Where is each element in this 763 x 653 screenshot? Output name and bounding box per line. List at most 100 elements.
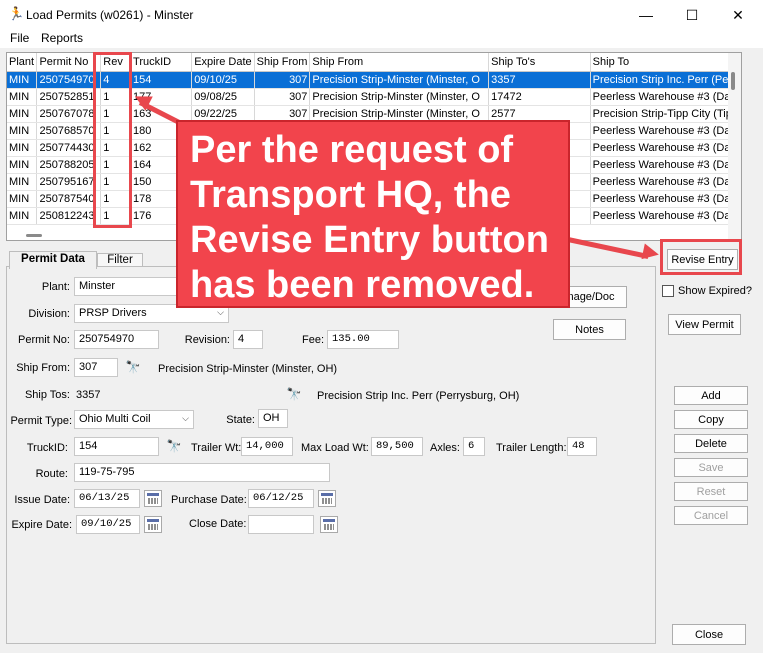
table-cell: Peerless Warehouse #3 (Day	[590, 88, 741, 106]
ship-from-name: Precision Strip-Minster (Minster, OH)	[158, 363, 338, 375]
table-cell: 3357	[488, 71, 591, 89]
trailer-wt-field[interactable]: 14,000	[241, 437, 293, 456]
binoculars-icon[interactable]: 🔭	[164, 437, 184, 455]
trailer-wt-label: Trailer Wt:	[191, 442, 242, 454]
maximize-button[interactable]: ☐	[669, 0, 715, 30]
reset-button[interactable]: Reset	[674, 482, 748, 501]
table-cell: 250774430	[36, 139, 102, 157]
column-header[interactable]: TruckID	[130, 53, 193, 72]
table-cell: 154	[130, 71, 193, 89]
callout-line: has been removed.	[190, 264, 535, 306]
permit-type-select[interactable]: Ohio Multi Coil ⌵	[74, 410, 194, 429]
table-cell: 250767078	[36, 105, 102, 123]
table-cell: Peerless Warehouse #3 (Day	[590, 156, 741, 174]
table-cell: 307	[254, 71, 311, 89]
column-header[interactable]: Ship To's	[488, 53, 591, 72]
state-field[interactable]: OH	[258, 409, 288, 428]
truck-field[interactable]: 154	[74, 437, 159, 456]
column-header[interactable]: Ship From	[309, 53, 490, 72]
binoculars-icon[interactable]: 🔭	[284, 385, 304, 403]
permit-no-field[interactable]: 250754970	[74, 330, 159, 349]
permit-type-label: Permit Type:	[10, 415, 72, 427]
binoculars-icon[interactable]: 🔭	[123, 358, 143, 376]
menu-reports[interactable]: Reports	[41, 31, 83, 45]
cancel-button[interactable]: Cancel	[674, 506, 748, 525]
notes-button[interactable]: Notes	[553, 319, 626, 340]
view-permit-button[interactable]: View Permit	[668, 314, 741, 335]
issue-date-field[interactable]: 06/13/25	[74, 489, 140, 508]
expire-date-label: Expire Date:	[11, 519, 72, 531]
callout-line: Per the request of	[190, 129, 514, 171]
revision-field[interactable]: 4	[233, 330, 263, 349]
table-cell: Precision Strip-Tipp City (Tipp	[590, 105, 741, 123]
table-cell: 17472	[488, 88, 591, 106]
revision-label: Revision:	[184, 334, 230, 346]
column-header[interactable]: Ship To	[590, 53, 741, 72]
table-cell: Precision Strip Inc. Perr (Perr	[590, 71, 741, 89]
table-cell: MIN	[7, 190, 38, 208]
table-cell: 307	[254, 88, 311, 106]
route-field[interactable]: 119-75-795	[74, 463, 330, 482]
calendar-icon[interactable]	[144, 516, 162, 533]
table-cell: MIN	[7, 173, 38, 191]
copy-button[interactable]: Copy	[674, 410, 748, 429]
axles-field[interactable]: 6	[463, 437, 485, 456]
rev-column-highlight	[93, 52, 132, 228]
trailer-length-label: Trailer Length:	[496, 442, 567, 454]
table-cell: MIN	[7, 139, 38, 157]
ship-tos-label: Ship Tos:	[24, 389, 70, 401]
menu-file[interactable]: File	[10, 31, 29, 45]
tab-permit-data[interactable]: Permit Data	[9, 251, 97, 269]
close-button[interactable]: Close	[672, 624, 746, 645]
max-load-field[interactable]: 89,500	[371, 437, 423, 456]
column-header[interactable]: Expire Date	[191, 53, 255, 72]
route-label: Route:	[35, 468, 68, 480]
calendar-icon[interactable]	[318, 490, 336, 507]
tab-filter[interactable]: Filter	[97, 253, 143, 267]
column-header[interactable]: Ship From	[254, 53, 311, 72]
annotation-callout: Per the request of Transport HQ, the Rev…	[176, 120, 570, 308]
fee-field[interactable]: 135.00	[327, 330, 399, 349]
grid-scroll-thumb[interactable]	[731, 72, 735, 90]
truck-label: TruckID:	[26, 442, 68, 454]
table-cell: Peerless Warehouse #3 (Day	[590, 207, 741, 225]
delete-button[interactable]: Delete	[674, 434, 748, 453]
chevron-down-icon: ⌵	[182, 413, 189, 423]
close-date-field[interactable]	[248, 515, 314, 534]
add-button[interactable]: Add	[674, 386, 748, 405]
ship-from-field[interactable]: 307	[74, 358, 118, 377]
permit-type-value: Ohio Multi Coil	[79, 413, 151, 425]
table-cell: MIN	[7, 207, 38, 225]
purchase-date-field[interactable]: 06/12/25	[248, 489, 314, 508]
ship-from-label: Ship From:	[16, 362, 70, 374]
table-cell: 250754970	[36, 71, 102, 89]
column-header[interactable]: Plant	[7, 53, 38, 72]
save-button[interactable]: Save	[674, 458, 748, 477]
table-cell: 250788205	[36, 156, 102, 174]
calendar-icon[interactable]	[144, 490, 162, 507]
table-cell: 250787540	[36, 190, 102, 208]
revise-entry-highlight	[660, 239, 742, 275]
calendar-icon[interactable]	[320, 516, 338, 533]
max-load-label: Max Load Wt:	[301, 442, 369, 454]
minimize-button[interactable]: —	[623, 0, 669, 30]
table-cell: Precision Strip-Minster (Minster, O	[309, 88, 490, 106]
table-cell: 09/08/25	[191, 88, 255, 106]
callout-line: Transport HQ, the	[190, 174, 511, 216]
close-window-button[interactable]: ✕	[715, 0, 761, 30]
table-cell: Peerless Warehouse #3 (Day	[590, 139, 741, 157]
table-cell: Peerless Warehouse #3 (Day	[590, 122, 741, 140]
show-expired-label: Show Expired?	[678, 285, 752, 297]
show-expired-checkbox[interactable]	[662, 285, 674, 297]
state-label: State:	[226, 414, 255, 426]
menu-bar	[0, 30, 763, 48]
expire-date-field[interactable]: 09/10/25	[76, 515, 140, 534]
column-header[interactable]: Permit No	[36, 53, 102, 72]
grid-horizontal-scroll-thumb[interactable]	[26, 234, 42, 237]
trailer-length-field[interactable]: 48	[567, 437, 597, 456]
plant-label: Plant:	[41, 281, 70, 293]
callout-line: Revise Entry button	[190, 219, 549, 261]
ship-to-name: Precision Strip Inc. Perr (Perrysburg, O…	[317, 390, 520, 402]
axles-label: Axles:	[430, 442, 460, 454]
fee-label: Fee:	[301, 334, 324, 346]
